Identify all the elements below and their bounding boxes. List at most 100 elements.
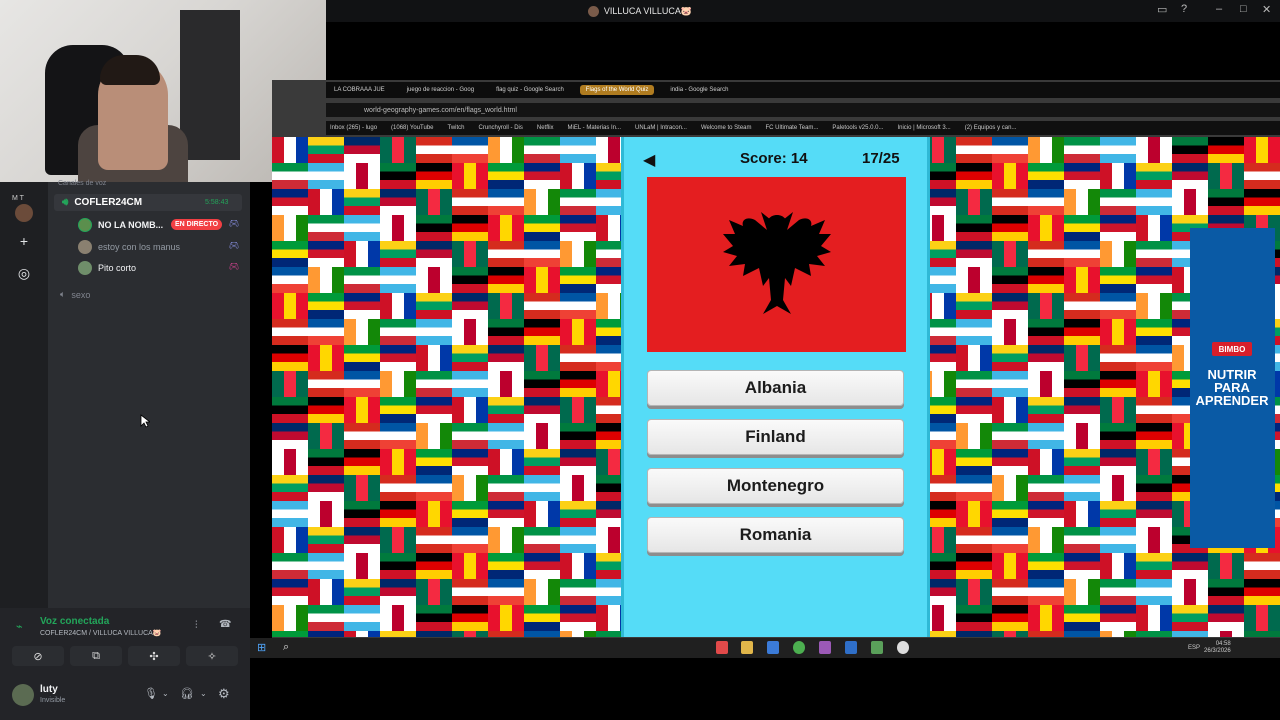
screen-share-button[interactable]: ⧉ bbox=[70, 646, 122, 666]
soundboard-button[interactable]: ✧ bbox=[186, 646, 238, 666]
chevron-down-icon[interactable]: ⌄ bbox=[162, 689, 169, 698]
search-icon[interactable]: ⌕ bbox=[283, 641, 289, 654]
gear-icon[interactable]: ⚙︎ bbox=[218, 686, 230, 702]
flag-tile bbox=[272, 423, 308, 449]
flag-tile bbox=[956, 397, 992, 423]
flag-tile bbox=[308, 423, 344, 449]
bookmark-item[interactable]: Netflix bbox=[537, 125, 554, 131]
headphones-icon[interactable]: 🎧︎ bbox=[180, 687, 194, 700]
minimize-button[interactable]: – bbox=[1216, 3, 1222, 15]
voice-channel-name[interactable]: sexo bbox=[71, 290, 90, 300]
flag-tile bbox=[1172, 553, 1208, 579]
flag-tile bbox=[1136, 267, 1172, 293]
flag-tile bbox=[452, 319, 488, 345]
chrome-icon[interactable] bbox=[793, 641, 805, 654]
browser-tab[interactable]: LA COBRAAA JUE bbox=[328, 85, 391, 95]
app-icon[interactable] bbox=[845, 641, 857, 654]
bookmark-item[interactable]: MiEL - Materias In... bbox=[568, 125, 621, 131]
browser-tab[interactable]: juego de reaccion - Goog bbox=[401, 85, 480, 95]
browser-tab[interactable]: Flags of the World Quiz bbox=[579, 85, 655, 95]
bookmark-item[interactable]: (2) Equipos y can... bbox=[965, 125, 1017, 131]
member-name[interactable]: NO LA NOMB... bbox=[98, 220, 163, 230]
member-name[interactable]: Pito corto bbox=[98, 263, 136, 273]
answer-button[interactable]: Albania bbox=[647, 370, 904, 406]
answer-button[interactable]: Romania bbox=[647, 517, 904, 553]
flag-tile bbox=[344, 319, 380, 345]
flag-tile bbox=[1172, 605, 1208, 631]
camera-off-button[interactable]: ⊘ bbox=[12, 646, 64, 666]
language-indicator[interactable]: ESP bbox=[1188, 645, 1200, 652]
help-icon[interactable]: ? bbox=[1181, 3, 1187, 15]
flag-tile bbox=[1136, 163, 1172, 189]
flag-tile bbox=[1064, 475, 1100, 501]
voice-status-title[interactable]: Voz conectada bbox=[40, 616, 109, 627]
folder-icon[interactable] bbox=[741, 641, 753, 654]
flag-tile bbox=[308, 345, 344, 371]
bookmark-item[interactable]: Inicio | Microsoft 3... bbox=[897, 125, 950, 131]
clock-date[interactable]: 26/3/2026 bbox=[1204, 648, 1231, 655]
flag-tile bbox=[380, 345, 416, 371]
browser-tab-strip: LA COBRAAA JUE juego de reaccion - Goog fl… bbox=[326, 82, 1280, 98]
activities-button[interactable]: ✣ bbox=[128, 646, 180, 666]
flag-tile bbox=[488, 163, 524, 189]
windows-start-icon[interactable]: ⊞ bbox=[257, 641, 266, 654]
bookmark-item[interactable]: UNLaM | Intracon... bbox=[635, 125, 687, 131]
browser-tab[interactable]: india - Google Search bbox=[664, 85, 734, 95]
member-name[interactable]: estoy con los manus bbox=[98, 242, 180, 252]
flag-tile bbox=[1100, 137, 1136, 163]
bookmark-item[interactable]: Inbox (265) - lugo bbox=[330, 125, 377, 131]
app-icon[interactable] bbox=[897, 641, 909, 654]
bookmark-item[interactable]: (1068) YouTube bbox=[391, 125, 433, 131]
answer-button[interactable]: Montenegro bbox=[647, 468, 904, 504]
app-icon[interactable] bbox=[716, 641, 728, 654]
flag-tile bbox=[1208, 579, 1244, 605]
flag-tile bbox=[1028, 475, 1064, 501]
controller-icon: 🎮︎ bbox=[229, 241, 240, 250]
flag-tile bbox=[1064, 449, 1100, 475]
browser-tab[interactable]: flag quiz - Google Search bbox=[490, 85, 570, 95]
bookmark-item[interactable]: Crunchyroll - Dis bbox=[479, 125, 523, 131]
flag-tile bbox=[380, 137, 416, 163]
flag-tile bbox=[524, 267, 560, 293]
answer-label: Finland bbox=[745, 427, 806, 446]
user-avatar[interactable] bbox=[12, 684, 34, 706]
bookmark-item[interactable]: Paletools v25.0.0... bbox=[832, 125, 883, 131]
flag-tile bbox=[1208, 189, 1244, 215]
app-icon[interactable] bbox=[871, 641, 883, 654]
clock-time[interactable]: 04:58 bbox=[1216, 641, 1231, 648]
close-button[interactable]: ✕ bbox=[1262, 3, 1271, 16]
chevron-down-icon[interactable]: ⌄ bbox=[200, 689, 207, 698]
add-server-icon[interactable]: + bbox=[12, 229, 36, 253]
flag-tile bbox=[1028, 501, 1064, 527]
maximize-button[interactable]: □ bbox=[1240, 3, 1247, 15]
bookmark-item[interactable]: FC Ultimate Team... bbox=[766, 125, 819, 131]
app-icon[interactable] bbox=[767, 641, 779, 654]
flag-tile bbox=[308, 137, 344, 163]
app-icon[interactable] bbox=[819, 641, 831, 654]
picture-in-picture-icon[interactable]: ▭ bbox=[1157, 3, 1167, 16]
answer-button[interactable]: Finland bbox=[647, 419, 904, 455]
voice-channel-name[interactable]: COFLER24CM bbox=[74, 197, 142, 208]
flag-tile bbox=[416, 267, 452, 293]
flag-tile bbox=[560, 319, 596, 345]
flag-tile bbox=[1136, 579, 1172, 605]
server-icon[interactable] bbox=[15, 204, 33, 222]
discover-icon[interactable]: ◎ bbox=[12, 261, 36, 285]
bookmark-item[interactable]: Welcome to Steam bbox=[701, 125, 752, 131]
back-arrow-icon[interactable]: ◀ bbox=[643, 150, 655, 170]
flag-tile bbox=[1244, 163, 1280, 189]
flag-tile bbox=[308, 501, 344, 527]
bookmark-item[interactable]: Twitch bbox=[448, 125, 465, 131]
browser-url-bar[interactable]: world-geography-games.com/en/flags_world… bbox=[326, 103, 1280, 117]
flag-tile bbox=[992, 189, 1028, 215]
disconnect-icon[interactable]: ☎ bbox=[219, 619, 231, 630]
user-name[interactable]: luty bbox=[40, 684, 58, 695]
flag-tile bbox=[1064, 579, 1100, 605]
noise-suppression-icon[interactable]: ⫶ bbox=[195, 620, 198, 631]
flag-tile bbox=[1100, 241, 1136, 267]
flag-tile bbox=[1064, 163, 1100, 189]
microphone-icon[interactable]: 🎙︎ bbox=[144, 687, 158, 700]
flag-tile bbox=[416, 345, 452, 371]
rail-letters: M T bbox=[12, 195, 24, 202]
flag-tile bbox=[488, 293, 524, 319]
